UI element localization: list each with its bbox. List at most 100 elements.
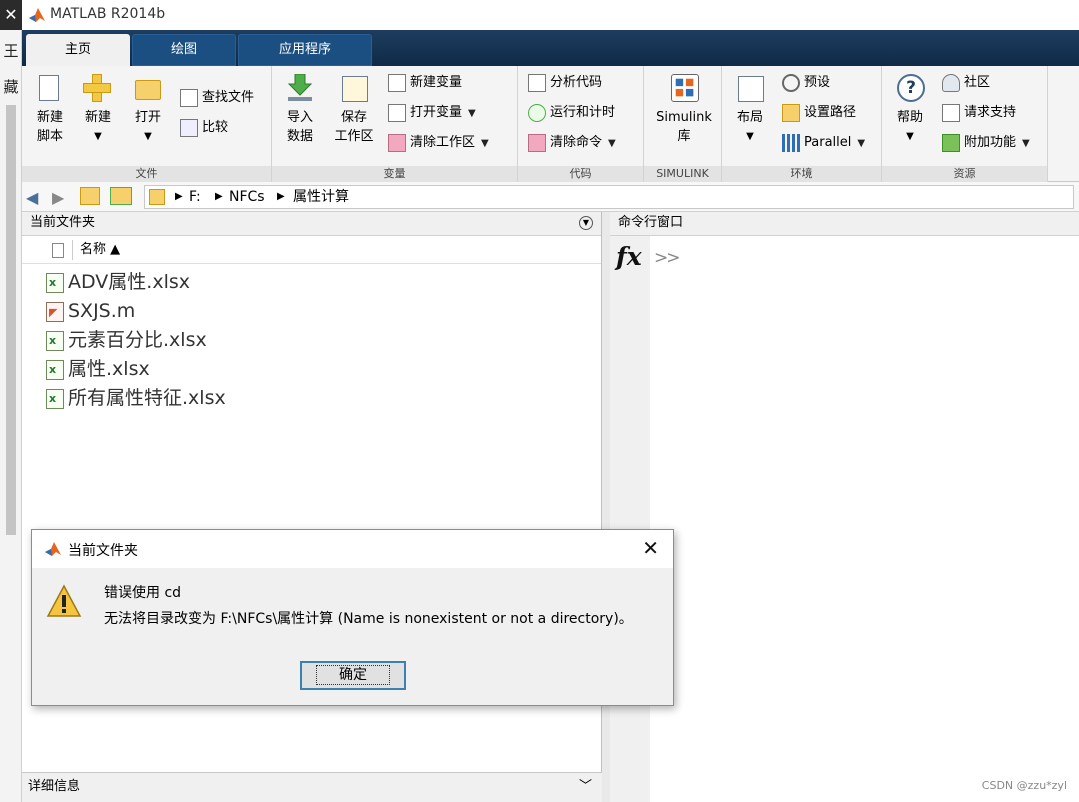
name-column-label: 名称 ▲ <box>80 242 121 257</box>
matlab-desktop: ✕ 王 藏 MATLAB R2014b 主页 绘图 应用程序 新建 脚本 新建 … <box>0 0 1079 802</box>
up-folder-icon[interactable] <box>80 187 100 205</box>
file-item[interactable]: 所有属性特征.xlsx <box>46 384 226 413</box>
command-prompt[interactable]: >> <box>654 248 680 268</box>
column-header[interactable]: 名称 ▲ <box>22 236 601 264</box>
folder-icon <box>135 80 161 100</box>
details-panel-header[interactable]: 详细信息 ﹀ <box>22 772 602 802</box>
run-and-time-button[interactable]: 运行和计时 <box>528 101 615 125</box>
dialog-title-bar: 当前文件夹 ✕ <box>32 530 673 568</box>
add-ons-button[interactable]: 附加功能 ▼ <box>942 131 1030 155</box>
command-gutter <box>610 236 650 802</box>
section-file: 新建 脚本 新建 ▼ 打开 ▼ 查找文件 比较 文件 <box>22 66 272 182</box>
excel-file-icon <box>46 269 64 297</box>
m-file-icon <box>46 299 64 327</box>
toolstrip: 新建 脚本 新建 ▼ 打开 ▼ 查找文件 比较 文件 导入 数据 保存 工作区 … <box>22 66 1079 182</box>
request-support-button[interactable]: 请求支持 <box>942 101 1016 125</box>
add-ons-icon <box>942 133 960 152</box>
close-icon[interactable]: ✕ <box>642 536 659 560</box>
function-browser-icon[interactable]: fx <box>616 242 642 271</box>
back-arrow-icon[interactable]: ◀ <box>26 188 38 207</box>
folder-icon <box>149 189 165 205</box>
background-text: 王 <box>3 42 19 60</box>
section-environment: 布局 ▼ 预设 设置路径 Parallel ▼ 环境 <box>722 66 882 182</box>
error-dialog: 当前文件夹 ✕ 错误使用 cd 无法将目录改变为 F:\NFCs\属性计算 (N… <box>31 529 674 706</box>
clear-commands-button[interactable]: 清除命令 ▼ <box>528 131 616 155</box>
analyze-code-icon <box>528 73 546 92</box>
folder-icon <box>782 103 800 122</box>
layout-icon <box>738 76 764 102</box>
plus-icon <box>83 74 111 102</box>
compare-icon <box>180 118 198 137</box>
chevron-down-icon: ▼ <box>857 138 866 149</box>
find-files-button[interactable]: 查找文件 <box>180 86 254 110</box>
path-segment[interactable]: NFCs <box>229 186 265 208</box>
error-message: 无法将目录改变为 F:\NFCs\属性计算 (Name is nonexiste… <box>104 611 633 627</box>
save-workspace-icon <box>342 76 368 102</box>
path-field[interactable]: ▶ F: ▶ NFCs ▶ 属性计算 <box>144 185 1074 209</box>
watermark: CSDN @zzu*zyl <box>981 779 1067 792</box>
clear-workspace-button[interactable]: 清除工作区 ▼ <box>388 131 489 155</box>
chevron-down-icon: ▼ <box>906 131 914 142</box>
analyze-code-button[interactable]: 分析代码 <box>528 71 602 95</box>
open-variable-button[interactable]: 打开变量 ▼ <box>388 101 476 125</box>
section-caption: 环境 <box>722 166 881 182</box>
section-variable: 导入 数据 保存 工作区 新建变量 打开变量 ▼ 清除工作区 ▼ 变量 <box>272 66 518 182</box>
ok-button[interactable]: 确定 <box>300 661 406 690</box>
eraser-icon <box>388 133 406 152</box>
file-item[interactable]: SXJS.m <box>46 297 135 327</box>
new-script-button[interactable]: 新建 脚本 <box>28 74 72 146</box>
tab-home[interactable]: 主页 <box>26 34 130 66</box>
compare-button[interactable]: 比较 <box>180 116 228 140</box>
forward-arrow-icon[interactable]: ▶ <box>52 188 64 207</box>
matlab-logo-icon <box>29 8 45 22</box>
community-button[interactable]: 社区 <box>942 71 990 95</box>
background-scrollbar[interactable] <box>6 105 16 535</box>
file-item[interactable]: ADV属性.xlsx <box>46 268 190 297</box>
help-icon: ? <box>897 74 925 102</box>
new-variable-button[interactable]: 新建变量 <box>388 71 462 95</box>
layout-button[interactable]: 布局 ▼ <box>728 74 772 146</box>
panel-header: 命令行窗口 <box>610 212 1079 236</box>
excel-file-icon <box>46 327 64 355</box>
chevron-down-icon: ▼ <box>468 108 476 119</box>
background-window-strip: ✕ 王 藏 <box>0 0 22 802</box>
path-segment[interactable]: 属性计算 <box>293 186 349 208</box>
path-segment[interactable]: F: <box>189 186 201 208</box>
run-time-icon <box>528 103 546 122</box>
simulink-library-button[interactable]: Simulink 库 <box>652 74 716 146</box>
parallel-button[interactable]: Parallel ▼ <box>782 131 865 155</box>
matlab-logo-icon <box>45 542 61 556</box>
chevron-down-icon: ▼ <box>608 138 616 149</box>
gear-icon <box>782 73 800 92</box>
title-bar: MATLAB R2014b <box>22 0 1079 30</box>
save-workspace-button[interactable]: 保存 工作区 <box>330 74 378 146</box>
section-caption: 变量 <box>272 166 517 182</box>
current-folder-panel: 当前文件夹 ▼ 名称 ▲ ADV属性.xlsx SXJS.m 元素百分比.xls… <box>22 212 602 802</box>
section-caption: 资源 <box>882 166 1047 182</box>
file-item[interactable]: 属性.xlsx <box>46 355 150 384</box>
preferences-button[interactable]: 预设 <box>782 71 830 95</box>
import-data-button[interactable]: 导入 数据 <box>278 74 322 146</box>
open-variable-icon <box>388 103 406 122</box>
eraser-icon <box>528 133 546 152</box>
new-button[interactable]: 新建 ▼ <box>76 74 120 146</box>
file-item[interactable]: 元素百分比.xlsx <box>46 326 207 355</box>
set-path-button[interactable]: 设置路径 <box>782 101 856 125</box>
section-resources: ? 帮助 ▼ 社区 请求支持 附加功能 ▼ 资源 <box>882 66 1048 182</box>
panel-title: 当前文件夹 <box>30 215 96 230</box>
background-close-button[interactable]: ✕ <box>0 0 22 30</box>
tab-apps[interactable]: 应用程序 <box>238 34 372 66</box>
panel-header: 当前文件夹 ▼ <box>22 212 601 236</box>
chevron-down-icon: ▼ <box>1022 138 1030 149</box>
section-caption: 代码 <box>518 166 643 182</box>
tab-plots[interactable]: 绘图 <box>132 34 236 66</box>
open-button[interactable]: 打开 ▼ <box>126 74 170 146</box>
browse-folder-icon[interactable] <box>110 187 132 205</box>
panel-title: 命令行窗口 <box>618 215 684 230</box>
panel-splitter[interactable] <box>602 212 610 802</box>
help-button[interactable]: ? 帮助 ▼ <box>888 74 932 146</box>
find-files-icon <box>180 88 198 107</box>
panel-menu-icon[interactable]: ▼ <box>579 216 593 230</box>
section-code: 分析代码 运行和计时 清除命令 ▼ 代码 <box>518 66 644 182</box>
error-title: 错误使用 cd <box>104 585 182 601</box>
